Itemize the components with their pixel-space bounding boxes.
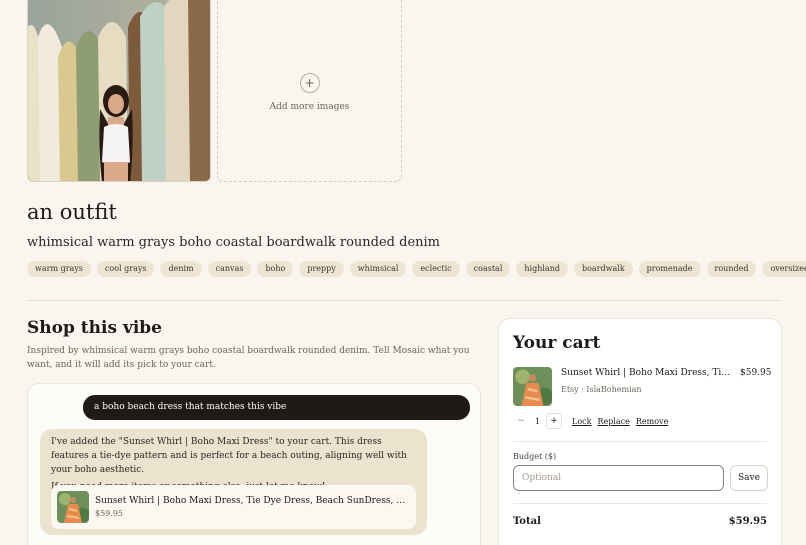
shop-section-title: Shop this vibe xyxy=(27,318,162,338)
tag-chip[interactable]: canvas xyxy=(207,261,252,277)
tag-chip[interactable]: whimsical xyxy=(349,261,407,277)
tag-chip[interactable]: boho xyxy=(257,261,294,277)
outfit-photo[interactable] xyxy=(27,0,211,182)
cart-title: Your cart xyxy=(513,333,601,353)
outfit-subtitle: whimsical warm grays boho coastal boardw… xyxy=(27,235,441,250)
tag-chip[interactable]: promenade xyxy=(638,261,701,277)
cart-item-name[interactable]: Sunset Whirl | Boho Maxi Dress, Tie Dye … xyxy=(561,368,733,378)
outfit-title: an outfit xyxy=(27,200,117,224)
cart-divider xyxy=(513,441,767,442)
tag-chip[interactable]: eclectic xyxy=(412,261,460,277)
tag-chip[interactable]: cool grays xyxy=(96,261,155,277)
product-name: Sunset Whirl | Boho Maxi Dress, Tie Dye … xyxy=(95,496,410,506)
tag-chip[interactable]: rounded xyxy=(706,261,757,277)
surfboards-photo-image xyxy=(28,0,210,181)
cart-item-seller: Etsy · IslaBohemian xyxy=(561,385,642,394)
user-message-bubble: a boho beach dress that matches this vib… xyxy=(83,395,470,420)
cart-panel: Your cart Sunset Whirl | Boho Maxi Dress… xyxy=(498,318,782,545)
total-value: $59.95 xyxy=(728,516,767,527)
tag-chip[interactable]: boardwalk xyxy=(573,261,633,277)
save-budget-button[interactable]: Save xyxy=(730,465,768,491)
cart-divider xyxy=(513,503,767,504)
plus-icon: + xyxy=(299,72,320,93)
total-label: Total xyxy=(513,516,541,527)
replace-item-link[interactable]: Replace xyxy=(597,417,629,426)
tag-chip[interactable]: oversized xyxy=(762,261,806,277)
add-more-images-label: Add more images xyxy=(269,101,350,112)
dress-thumbnail-image xyxy=(513,367,552,406)
product-card[interactable]: Sunset Whirl | Boho Maxi Dress, Tie Dye … xyxy=(51,485,416,529)
lock-item-link[interactable]: Lock xyxy=(572,417,591,426)
assistant-message-bubble: I've added the "Sunset Whirl | Boho Maxi… xyxy=(40,429,427,535)
tag-chip[interactable]: highland xyxy=(516,261,568,277)
shop-section-description: Inspired by whimsical warm grays boho co… xyxy=(27,346,470,370)
quantity-stepper: − 1 + Lock Replace Remove xyxy=(513,413,668,429)
product-price: $59.95 xyxy=(95,509,123,518)
assistant-message-text: I've added the "Sunset Whirl | Boho Maxi… xyxy=(51,437,407,475)
product-thumbnail xyxy=(57,491,89,523)
budget-input[interactable] xyxy=(513,465,724,491)
chat-panel: a boho beach dress that matches this vib… xyxy=(27,383,481,545)
add-more-images-dropzone[interactable]: + Add more images xyxy=(217,0,402,182)
decrease-quantity-button[interactable]: − xyxy=(513,413,529,429)
tag-chip[interactable]: coastal xyxy=(465,261,511,277)
cart-item-thumbnail[interactable] xyxy=(513,367,552,406)
quantity-value: 1 xyxy=(534,416,541,426)
tag-chip[interactable]: preppy xyxy=(299,261,344,277)
tag-chip[interactable]: denim xyxy=(160,261,202,277)
increase-quantity-button[interactable]: + xyxy=(546,413,562,429)
tag-list: warm grays cool grays denim canvas boho … xyxy=(27,261,806,277)
dress-thumbnail-image xyxy=(57,491,89,523)
budget-label: Budget ($) xyxy=(513,452,557,461)
cart-item-price: $59.95 xyxy=(740,368,772,378)
section-divider xyxy=(27,300,781,301)
tag-chip[interactable]: warm grays xyxy=(27,261,91,277)
remove-item-link[interactable]: Remove xyxy=(636,417,668,426)
